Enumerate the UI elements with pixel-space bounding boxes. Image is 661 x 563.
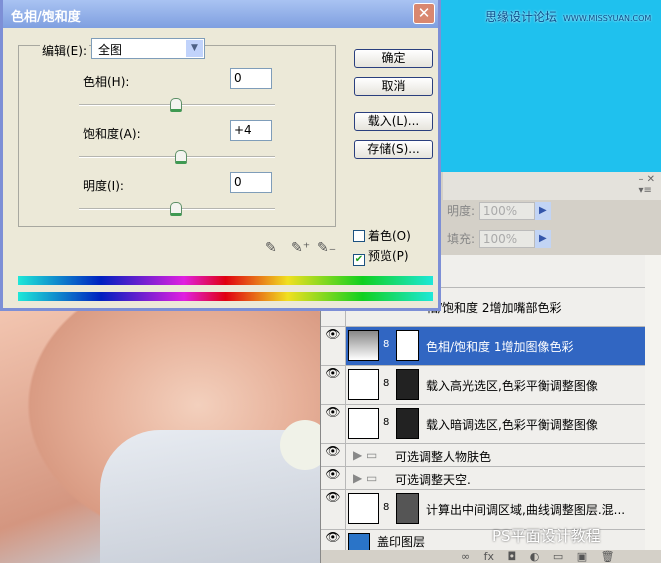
lightness-label: 明度(I):	[83, 179, 124, 193]
edit-label: 编辑(E):	[40, 42, 89, 59]
layer-tools-bar[interactable]: ∞ fx ◘ ◐ ▭ ▣ 🗑	[461, 550, 615, 563]
link-icon: 8	[383, 339, 390, 350]
colorize-checkbox[interactable]: 着色(O)	[353, 227, 411, 244]
eyedropper-minus-icon[interactable]: ✎₋	[317, 240, 336, 256]
group-row[interactable]: 👁 ▶ ▭ 可选调整人物肤色	[321, 444, 645, 467]
group-name: 可选调整人物肤色	[395, 450, 492, 464]
eye-icon[interactable]: 👁	[321, 467, 346, 489]
layer-thumbnail	[348, 533, 370, 550]
panel-menu-icon[interactable]: – ✕ ▾≡	[638, 174, 655, 196]
checkbox-box[interactable]	[353, 230, 365, 242]
layer-row[interactable]: 👁 8 计算出中间调区域,曲线调整图层.混...	[321, 490, 645, 530]
opacity-arrow-icon[interactable]: ▶	[534, 202, 551, 220]
layer-row[interactable]: 👁 8 载入暗调选区,色彩平衡调整图像	[321, 405, 645, 444]
hue-input[interactable]: 0	[230, 68, 272, 89]
cancel-button[interactable]: 取消	[354, 77, 433, 96]
layer-name: 盖印图层	[377, 535, 426, 549]
mask-thumbnail	[396, 493, 419, 524]
group-name: 可选调整天空.	[395, 473, 471, 487]
opacity-label: 明度:	[447, 204, 476, 218]
eyedropper-icon[interactable]: ✎	[265, 240, 277, 256]
layer-name: 色相/饱和度 1增加图像色彩	[426, 340, 574, 354]
eye-icon[interactable]: 👁	[321, 490, 346, 529]
site-watermark: 思缘设计论坛 WWW.MISSYUAN.COM	[485, 8, 651, 25]
layer-row[interactable]: 👁 8 载入高光选区,色彩平衡调整图像	[321, 366, 645, 405]
hue-label: 色相(H):	[83, 75, 130, 89]
color-balance-thumbnail	[348, 408, 379, 439]
link-icon: 8	[383, 417, 390, 428]
layers-scrollbar[interactable]	[645, 255, 661, 550]
hue-saturation-dialog: 色相/饱和度 ✕ 编辑(E): 全图 ▼ 色相(H): 0 饱和度(A): +4 明…	[0, 0, 441, 311]
wechat-watermark: PS平面设计教程	[492, 527, 601, 545]
opacity-input[interactable]: 100%	[478, 202, 535, 220]
mask-thumbnail	[396, 408, 419, 439]
saturation-input[interactable]: +4	[230, 120, 272, 141]
layer-name: 载入高光选区,色彩平衡调整图像	[426, 379, 598, 393]
mask-thumbnail	[396, 330, 419, 361]
settings-group	[18, 45, 336, 227]
close-button[interactable]: ✕	[413, 3, 435, 24]
chevron-down-icon[interactable]: ▼	[186, 40, 203, 57]
layer-name: 相/饱和度 2增加嘴部色彩	[426, 301, 562, 315]
color-balance-thumbnail	[348, 369, 379, 400]
folder-icon[interactable]: ▶ ▭	[353, 471, 377, 485]
saturation-slider-thumb[interactable]	[175, 150, 187, 164]
adjustment-thumbnail	[348, 330, 379, 361]
link-icon: 8	[383, 502, 390, 513]
opacity-row: 明度: 100% ▶	[447, 202, 661, 229]
preview-label: 预览(P)	[368, 249, 409, 263]
panel-tab-bar: – ✕ ▾≡	[443, 172, 661, 200]
load-button[interactable]: 载入(L)...	[354, 112, 433, 131]
group-row[interactable]: 👁 ▶ ▭ 可选调整天空.	[321, 467, 645, 490]
edit-select[interactable]: 全图 ▼	[91, 38, 205, 59]
checkbox-checked-icon[interactable]: ✔	[353, 254, 365, 266]
eyedropper-plus-icon[interactable]: ✎⁺	[291, 240, 310, 256]
curves-thumbnail	[348, 493, 379, 524]
lightness-input[interactable]: 0	[230, 172, 272, 193]
colorize-label: 着色(O)	[368, 229, 411, 243]
watermark-site: 思缘设计论坛	[485, 10, 558, 24]
eye-icon[interactable]: 👁	[321, 444, 346, 466]
layer-row-selected[interactable]: 👁 8 色相/饱和度 1增加图像色彩	[321, 327, 645, 366]
link-icon: 8	[383, 378, 390, 389]
dialog-titlebar: 色相/饱和度 ✕	[3, 0, 438, 28]
eye-icon[interactable]: 👁	[321, 366, 346, 404]
fill-arrow-icon[interactable]: ▶	[534, 230, 551, 248]
fill-row: 填充: 100% ▶	[447, 230, 661, 257]
input-spectrum-bar	[18, 276, 433, 285]
fill-input[interactable]: 100%	[478, 230, 535, 248]
lightness-slider-thumb[interactable]	[170, 202, 182, 216]
folder-icon[interactable]: ▶ ▭	[353, 448, 377, 462]
hue-slider-thumb[interactable]	[170, 98, 182, 112]
watermark-url: WWW.MISSYUAN.COM	[563, 14, 652, 23]
save-button[interactable]: 存储(S)...	[354, 140, 433, 159]
ok-button[interactable]: 确定	[354, 49, 433, 68]
dialog-title: 色相/饱和度	[11, 10, 81, 25]
saturation-label: 饱和度(A):	[83, 127, 141, 141]
eye-icon[interactable]: 👁	[321, 530, 346, 550]
output-spectrum-bar	[18, 292, 433, 301]
layer-name: 计算出中间调区域,曲线调整图层.混...	[426, 503, 626, 517]
layer-name: 载入暗调选区,色彩平衡调整图像	[426, 418, 598, 432]
eye-icon[interactable]: 👁	[321, 405, 346, 443]
eye-icon[interactable]: 👁	[321, 327, 346, 365]
mask-thumbnail	[396, 369, 419, 400]
edit-value: 全图	[98, 43, 123, 57]
fill-label: 填充:	[447, 232, 476, 246]
preview-checkbox[interactable]: ✔ 预览(P)	[353, 247, 409, 266]
